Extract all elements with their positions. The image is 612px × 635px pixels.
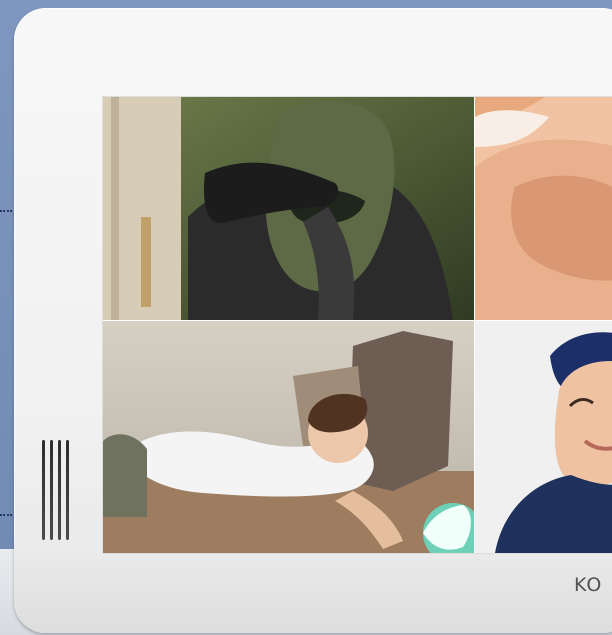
baby-image [475,97,612,320]
camera-tile-visitor[interactable] [475,321,612,553]
brand-logo: KO [574,574,603,596]
camera-tile-baby[interactable] [475,97,612,320]
monitor-screen [103,97,612,553]
speaker-grille [42,440,72,540]
intruder-image [103,97,474,320]
background-dot-line [0,514,12,518]
video-intercom-monitor: KO [14,8,612,633]
camera-tile-intruder[interactable] [103,97,474,320]
child-image [103,321,474,553]
device-lower-bezel [14,543,612,633]
background-dot-line [0,210,12,214]
visitor-image [475,321,612,553]
camera-tile-child[interactable] [103,321,474,553]
